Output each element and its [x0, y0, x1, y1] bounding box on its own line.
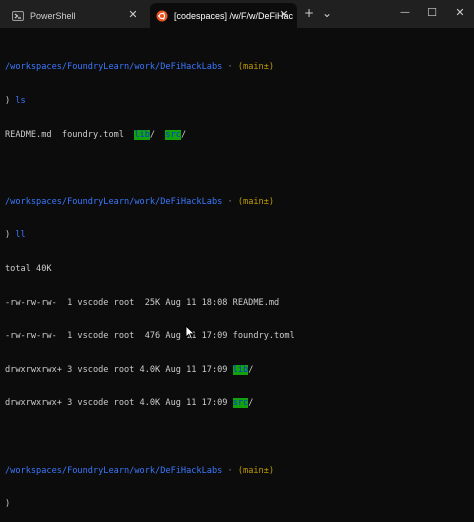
prompt-line: /workspaces/FoundryLearn/work/DeFiHackLa…: [5, 465, 275, 476]
output-line: drwxrwxrwx+ 3 vscode root 4.0K Aug 11 17…: [5, 398, 254, 409]
directory-name: lib: [232, 364, 249, 375]
title-bar: PowerShell ✕ [codespaces] /w/F/w/DeFiHac…: [0, 0, 474, 28]
output-line: -rw-rw-rw- 1 vscode root 25K Aug 11 18:0…: [5, 297, 280, 308]
cwd-path: /workspaces/FoundryLearn/work/DeFiHackLa…: [5, 196, 223, 207]
close-tab-icon[interactable]: ✕: [126, 8, 140, 21]
close-window-icon[interactable]: ✕: [453, 6, 467, 20]
cwd-path: /workspaces/FoundryLearn/work/DeFiHackLa…: [5, 62, 223, 73]
powershell-icon: [12, 10, 24, 22]
tab-codespaces[interactable]: [codespaces] /w/F/w/DeFiHac ✕: [150, 3, 297, 28]
command: ll: [15, 230, 26, 241]
command: ls: [15, 96, 26, 106]
git-branch: main: [243, 465, 264, 476]
tab-label: PowerShell: [30, 10, 76, 21]
tab-label: [codespaces] /w/F/w/DeFiHac: [174, 10, 294, 21]
output-line: total 40K: [5, 263, 52, 274]
maximize-icon[interactable]: ☐: [425, 6, 439, 20]
command-line: ) ll: [5, 230, 26, 241]
git-branch: main: [243, 196, 264, 207]
prompt-line: /workspaces/FoundryLearn/work/DeFiHackLa…: [5, 196, 275, 207]
output-line: -rw-rw-rw- 1 vscode root 476 Aug 11 17:0…: [5, 331, 295, 342]
directory-name: src: [232, 398, 249, 409]
command-line: ) ls: [5, 96, 26, 106]
ubuntu-icon: [156, 10, 168, 22]
directory-name: lib: [134, 129, 150, 140]
chevron-down-icon[interactable]: ⌄: [320, 6, 334, 20]
terminal-output[interactable]: /workspaces/FoundryLearn/work/DeFiHackLa…: [5, 40, 470, 522]
command-line: ): [5, 499, 11, 510]
close-tab-icon[interactable]: ✕: [277, 8, 291, 21]
prompt-line: /workspaces/FoundryLearn/work/DeFiHackLa…: [5, 62, 275, 73]
output-line: drwxrwxrwx+ 3 vscode root 4.0K Aug 11 17…: [5, 364, 254, 375]
new-tab-icon[interactable]: +: [302, 6, 316, 20]
cwd-path: /workspaces/FoundryLearn/work/DeFiHackLa…: [5, 465, 223, 476]
output-line: README.md foundry.toml lib/ src/: [5, 129, 187, 140]
git-branch: main: [243, 62, 264, 73]
mouse-pointer-icon: [185, 324, 197, 341]
tab-powershell[interactable]: PowerShell ✕: [6, 3, 146, 28]
minimize-icon[interactable]: —: [398, 6, 412, 20]
directory-name: src: [165, 129, 181, 140]
